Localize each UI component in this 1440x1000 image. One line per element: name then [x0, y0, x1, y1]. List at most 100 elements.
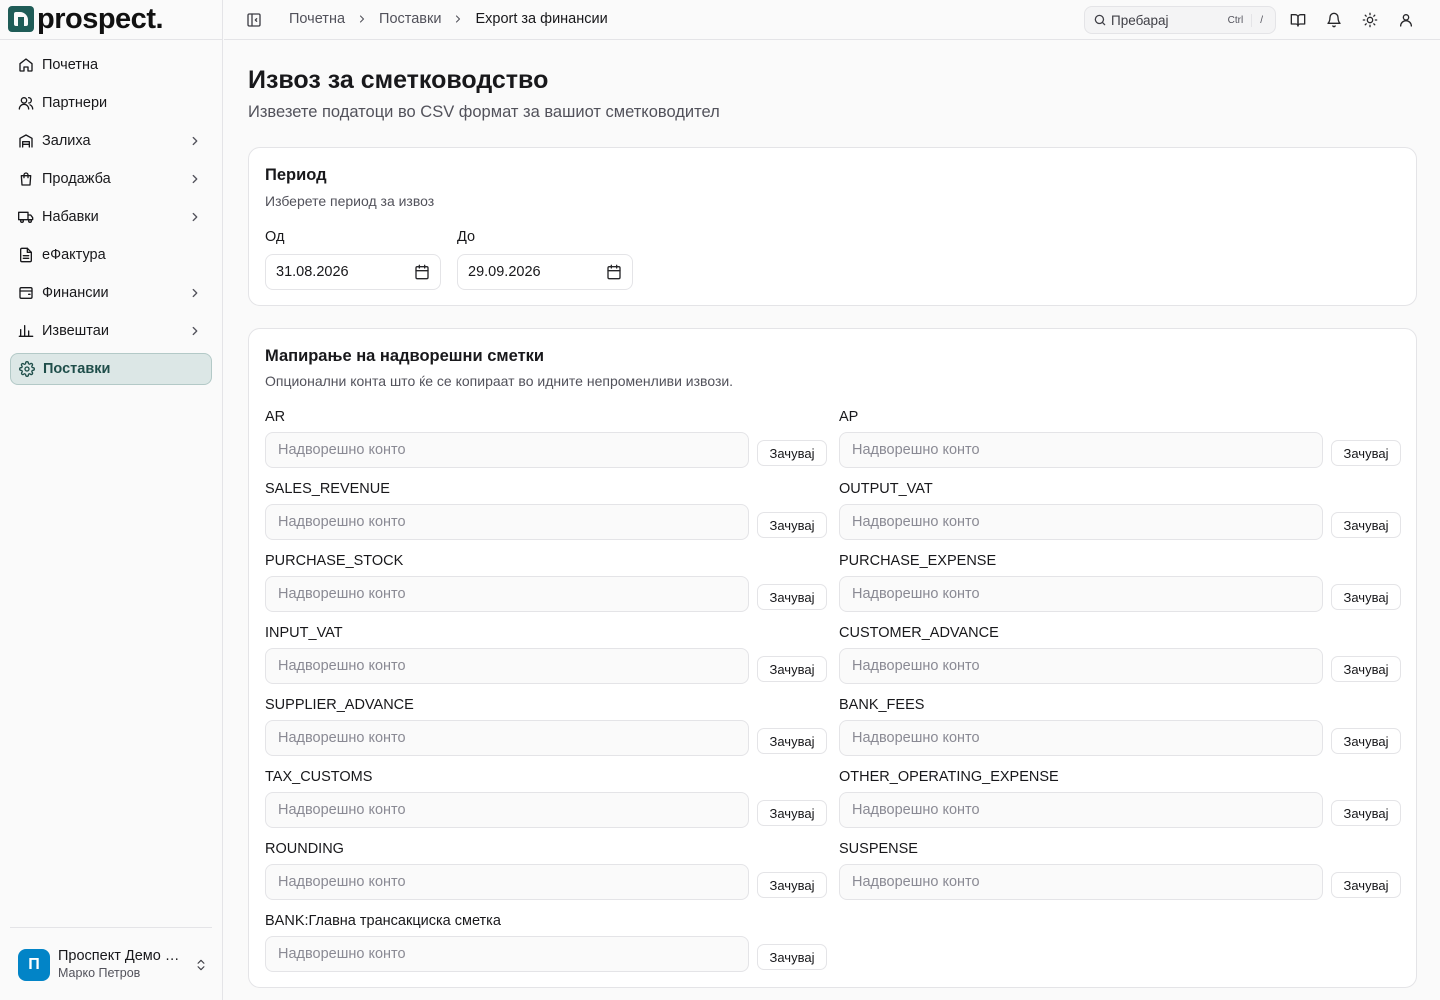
external-account-input[interactable]: Надворешно конто: [839, 792, 1323, 828]
from-date-picker[interactable]: 31.08.2026: [265, 254, 441, 290]
sidebar-item-5[interactable]: еФактура: [10, 239, 212, 271]
chevron-right-icon: [192, 288, 198, 298]
save-account-button[interactable]: Зачувај: [1331, 800, 1401, 826]
sidebar-item-1[interactable]: Партнери: [10, 87, 212, 119]
sidebar-item-label: Почетна: [42, 57, 99, 73]
external-account-input[interactable]: Надворешно конто: [265, 504, 749, 540]
period-title: Период: [265, 166, 327, 184]
account-mapping-card: Мапирање на надворешни сметки Опционални…: [248, 328, 1417, 988]
save-account-button[interactable]: Зачувај: [757, 728, 827, 754]
account-label: AP: [839, 409, 859, 425]
account-label: BANK:Главна трансакциска сметка: [265, 913, 501, 929]
external-account-input[interactable]: Надворешно конто: [839, 432, 1323, 468]
save-account-button[interactable]: Зачувај: [1331, 728, 1401, 754]
sidebar-divider: [10, 927, 212, 928]
sidebar-item-label: Финансии: [42, 285, 109, 301]
external-account-input[interactable]: Надворешно конто: [265, 432, 749, 468]
bell-icon[interactable]: [1326, 12, 1342, 28]
account-label: PURCHASE_EXPENSE: [839, 553, 997, 569]
account-label: PURCHASE_STOCK: [265, 553, 404, 569]
search-button[interactable]: Пребарај Ctrl /: [1084, 6, 1276, 34]
sidebar-item-label: Набавки: [42, 209, 99, 225]
save-account-button[interactable]: Зачувај: [757, 944, 827, 970]
account-label: SUSPENSE: [839, 841, 918, 857]
page-title: Извоз за сметководство: [248, 66, 549, 94]
sidebar-item-label: Партнери: [42, 95, 108, 111]
sidebar-item-label: Залиха: [42, 133, 91, 149]
top-header: Почетна Поставки Export за финансии Преб…: [224, 0, 1440, 40]
breadcrumb-home[interactable]: Почетна: [289, 11, 345, 27]
period-description: Изберете период за извоз: [265, 193, 435, 209]
sidebar-item-6[interactable]: Финансии: [10, 277, 212, 309]
sidebar-item-4[interactable]: Набавки: [10, 201, 212, 233]
chevron-right-icon: [359, 15, 365, 23]
users-icon: [18, 97, 34, 110]
mapping-description: Опционални конта што ќе се копираат во и…: [265, 373, 734, 389]
save-account-button[interactable]: Зачувај: [1331, 440, 1401, 466]
save-account-button[interactable]: Зачувај: [1331, 656, 1401, 682]
external-account-input[interactable]: Надворешно конто: [839, 864, 1323, 900]
external-account-input[interactable]: Надворешно конто: [265, 936, 749, 972]
user-icon[interactable]: [1398, 12, 1414, 28]
account-label: CUSTOMER_ADVANCE: [839, 625, 999, 641]
account-label: AR: [265, 409, 286, 425]
account-label: BANK_FEES: [839, 697, 925, 713]
external-account-input[interactable]: Надворешно конто: [839, 720, 1323, 756]
chevrons-up-down-icon: [197, 959, 205, 971]
sidebar-item-0[interactable]: Почетна: [10, 49, 212, 81]
save-account-button[interactable]: Зачувај: [1331, 512, 1401, 538]
bar-chart-icon: [18, 325, 34, 337]
save-account-button[interactable]: Зачувај: [757, 584, 827, 610]
sidebar-item-label: Извештаи: [42, 323, 109, 339]
save-account-button[interactable]: Зачувај: [1331, 584, 1401, 610]
save-account-button[interactable]: Зачувај: [1331, 872, 1401, 898]
external-account-input[interactable]: Надворешно конто: [265, 720, 749, 756]
external-account-input[interactable]: Надворешно конто: [265, 648, 749, 684]
logo-text: prospect.: [37, 3, 164, 35]
external-account-input[interactable]: Надворешно конто: [265, 792, 749, 828]
file-text-icon: [20, 247, 32, 263]
save-account-button[interactable]: Зачувај: [757, 800, 827, 826]
period-card: Период Изберете период за извоз Од 31.08…: [248, 147, 1417, 306]
sidebar-toggle-icon[interactable]: [246, 12, 262, 28]
sidebar-item-2[interactable]: Залиха: [10, 125, 212, 157]
organization-name: Проспект Демо Компанија: [58, 948, 180, 964]
breadcrumb-settings[interactable]: Поставки: [379, 11, 441, 27]
sidebar-item-label: Поставки: [43, 361, 111, 377]
sidebar-item-8[interactable]: Поставки: [10, 353, 212, 385]
account-label: SUPPLIER_ADVANCE: [265, 697, 414, 713]
account-label: OUTPUT_VAT: [839, 481, 933, 497]
truck-icon: [18, 211, 34, 223]
to-date-picker[interactable]: 29.09.2026: [457, 254, 633, 290]
user-menu[interactable]: П Проспект Демо Компанија Марко Петров: [18, 947, 208, 983]
calendar-icon: [415, 264, 429, 280]
chevron-right-icon: [192, 326, 198, 336]
chevron-right-icon: [192, 174, 198, 184]
from-date-value: 31.08.2026: [276, 264, 349, 280]
to-label: До: [457, 229, 476, 245]
external-account-input[interactable]: Надворешно конто: [265, 576, 749, 612]
external-account-input[interactable]: Надворешно конто: [839, 504, 1323, 540]
save-account-button[interactable]: Зачувај: [757, 512, 827, 538]
external-account-input[interactable]: Надворешно конто: [839, 648, 1323, 684]
chevron-right-icon: [192, 136, 198, 146]
sidebar-item-3[interactable]: Продажба: [10, 163, 212, 195]
logo[interactable]: prospect.: [8, 3, 164, 35]
save-account-button[interactable]: Зачувај: [757, 872, 827, 898]
sun-icon[interactable]: [1362, 12, 1378, 28]
sidebar-item-label: еФактура: [42, 247, 106, 263]
search-label: Пребарај: [1111, 12, 1169, 28]
settings-icon: [19, 361, 35, 377]
account-label: TAX_CUSTOMS: [265, 769, 373, 785]
account-label: SALES_REVENUE: [265, 481, 390, 497]
external-account-input[interactable]: Надворешно конто: [265, 864, 749, 900]
save-account-button[interactable]: Зачувај: [757, 440, 827, 466]
from-label: Од: [265, 229, 285, 245]
sidebar-item-7[interactable]: Извештаи: [10, 315, 212, 347]
chevron-right-icon: [456, 15, 461, 23]
save-account-button[interactable]: Зачувај: [757, 656, 827, 682]
book-open-icon[interactable]: [1290, 12, 1306, 28]
avatar: П: [18, 949, 50, 981]
sidebar-item-label: Продажба: [42, 171, 111, 187]
external-account-input[interactable]: Надворешно конто: [839, 576, 1323, 612]
